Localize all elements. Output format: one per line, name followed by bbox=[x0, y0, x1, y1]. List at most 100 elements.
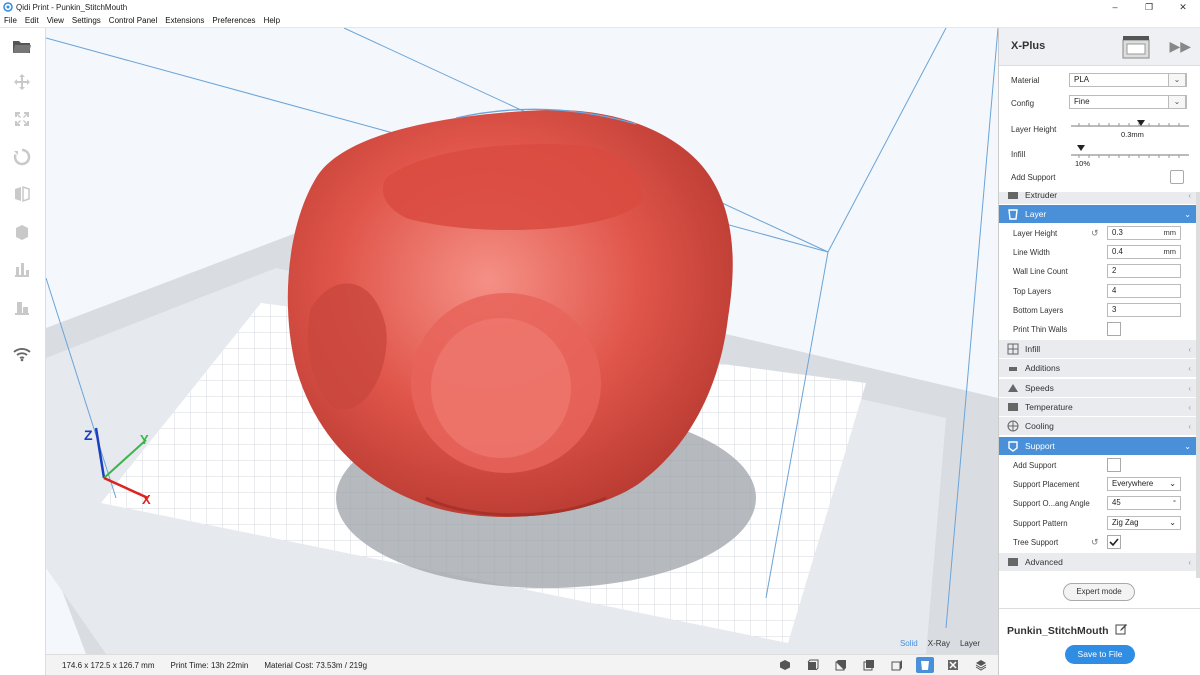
scale-tool[interactable] bbox=[10, 107, 34, 131]
view-mode-layer[interactable]: Layer bbox=[960, 639, 980, 648]
maximize-button[interactable]: ❐ bbox=[1132, 0, 1166, 14]
section-layer[interactable]: Layer ⌄ bbox=[999, 205, 1200, 224]
view-3d-button[interactable] bbox=[776, 657, 794, 673]
scale-icon bbox=[15, 112, 29, 126]
material-select[interactable]: PLA ⌄ bbox=[1069, 73, 1187, 87]
section-cooling[interactable]: Cooling ‹ bbox=[999, 417, 1200, 436]
view-front-button[interactable] bbox=[804, 657, 822, 673]
lay-flat-icon bbox=[15, 302, 29, 315]
setting-support-pattern: Support Pattern Zig Zag ⌄ bbox=[999, 514, 1195, 533]
reset-icon[interactable]: ↺ bbox=[1091, 537, 1099, 548]
mirror-tool[interactable] bbox=[10, 182, 34, 206]
menu-edit[interactable]: Edit bbox=[21, 16, 43, 25]
additions-icon bbox=[1008, 367, 1018, 373]
3d-viewport[interactable]: Z Y X Solid X-Ray Layer bbox=[46, 28, 998, 654]
add-support-checkbox[interactable] bbox=[1170, 170, 1184, 184]
xray-view-button[interactable] bbox=[944, 657, 962, 673]
slider-thumb[interactable] bbox=[1137, 120, 1145, 126]
layer-height-input[interactable]: 0.3 mm bbox=[1107, 226, 1181, 240]
select-value: Zig Zag bbox=[1112, 518, 1139, 527]
setting-label: Print Thin Walls bbox=[1013, 325, 1068, 334]
menu-settings[interactable]: Settings bbox=[68, 16, 105, 25]
section-additions[interactable]: Additions ‹ bbox=[999, 359, 1200, 378]
tree-support-checkbox[interactable] bbox=[1107, 535, 1121, 549]
top-layers-input[interactable]: 4 bbox=[1107, 284, 1181, 298]
support-pattern-select[interactable]: Zig Zag ⌄ bbox=[1107, 516, 1181, 530]
menu-extensions[interactable]: Extensions bbox=[161, 16, 208, 25]
view-left-button[interactable] bbox=[860, 657, 878, 673]
support-angle-input[interactable]: 45 ° bbox=[1107, 496, 1181, 510]
bottom-layers-input[interactable]: 3 bbox=[1107, 303, 1181, 317]
expand-panel-icon[interactable]: ▶▶ bbox=[1169, 38, 1191, 55]
line-width-input[interactable]: 0.4 mm bbox=[1107, 245, 1181, 259]
wifi-icon bbox=[13, 348, 31, 362]
field-unit: mm bbox=[1163, 247, 1177, 256]
setting-label: Support Pattern bbox=[1013, 519, 1068, 528]
cube-left-icon bbox=[863, 660, 874, 671]
field-value: 3 bbox=[1112, 305, 1117, 314]
solid-view-button[interactable] bbox=[916, 657, 934, 673]
layer-view-button[interactable] bbox=[972, 657, 990, 673]
section-extruder[interactable]: Extruder ‹ bbox=[999, 192, 1200, 205]
setting-label: Wall Line Count bbox=[1013, 267, 1068, 276]
rotate-tool[interactable] bbox=[10, 145, 34, 169]
lay-flat-tool[interactable] bbox=[10, 296, 34, 320]
support-placement-select[interactable]: Everywhere ⌄ bbox=[1107, 477, 1181, 491]
section-support[interactable]: Support ⌄ bbox=[999, 437, 1200, 456]
menu-preferences[interactable]: Preferences bbox=[208, 16, 259, 25]
view-right-button[interactable] bbox=[888, 657, 906, 673]
setting-label: Line Width bbox=[1013, 248, 1050, 257]
setting-support-overhang-angle: Support O...ang Angle 45 ° bbox=[999, 494, 1195, 513]
settings-scrollbar[interactable] bbox=[1196, 192, 1200, 578]
menu-view[interactable]: View bbox=[43, 16, 68, 25]
config-select[interactable]: Fine ⌄ bbox=[1069, 95, 1187, 109]
section-infill[interactable]: Infill ‹ bbox=[999, 340, 1200, 359]
camera-tools bbox=[776, 657, 990, 673]
section-label: Additions bbox=[1025, 363, 1060, 373]
open-file-button[interactable] bbox=[10, 34, 34, 58]
per-model-settings-tool[interactable] bbox=[10, 220, 34, 244]
chevron-left-icon: ‹ bbox=[1188, 402, 1191, 412]
slider-thumb[interactable] bbox=[1077, 145, 1085, 151]
section-label: Extruder bbox=[1025, 192, 1058, 200]
cube-front-icon bbox=[807, 659, 819, 671]
reset-icon[interactable]: ↺ bbox=[1091, 228, 1099, 239]
printer-name: X-Plus bbox=[1011, 40, 1046, 52]
view-mode-xray[interactable]: X-Ray bbox=[928, 639, 950, 648]
support-blocker-icon bbox=[15, 263, 29, 277]
field-unit: ° bbox=[1173, 498, 1176, 507]
view-top-button[interactable] bbox=[832, 657, 850, 673]
section-temperature[interactable]: Temperature ‹ bbox=[999, 398, 1200, 417]
title-bar: Qidi Print - Punkin_StitchMouth – ❐ ✕ bbox=[0, 0, 1200, 14]
add-support-label: Add Support bbox=[1011, 173, 1056, 182]
wifi-button[interactable] bbox=[10, 342, 34, 366]
print-thin-walls-checkbox[interactable] bbox=[1107, 322, 1121, 336]
field-value: 0.3 bbox=[1112, 228, 1123, 237]
section-advanced[interactable]: Advanced ‹ bbox=[999, 553, 1200, 572]
model-dimensions: 174.6 x 172.5 x 126.7 mm bbox=[62, 660, 155, 670]
checkmark-icon bbox=[1109, 538, 1119, 547]
expert-mode-button[interactable]: Expert mode bbox=[1063, 583, 1135, 601]
material-cost: Material Cost: 73.53m / 219g bbox=[264, 660, 368, 670]
pumpkin-model[interactable] bbox=[287, 108, 733, 517]
view-mode-solid[interactable]: Solid bbox=[900, 639, 918, 648]
menu-help[interactable]: Help bbox=[260, 16, 284, 25]
infill-label: Infill bbox=[1011, 150, 1026, 159]
support-add-support-checkbox[interactable] bbox=[1107, 458, 1121, 472]
build-scene: Z Y X bbox=[46, 28, 998, 654]
setting-add-support: Add Support bbox=[999, 456, 1195, 475]
print-time: Print Time: 13h 22min bbox=[170, 660, 249, 670]
move-tool[interactable] bbox=[10, 70, 34, 94]
cube-right-icon bbox=[891, 660, 902, 671]
close-button[interactable]: ✕ bbox=[1166, 0, 1200, 14]
menu-control-panel[interactable]: Control Panel bbox=[105, 16, 161, 25]
infill-icon bbox=[1007, 343, 1019, 355]
minimize-button[interactable]: – bbox=[1098, 0, 1132, 14]
save-to-file-button[interactable]: Save to File bbox=[1065, 645, 1135, 664]
wall-line-count-input[interactable]: 2 bbox=[1107, 264, 1181, 278]
printer-header[interactable]: X-Plus ▶▶ bbox=[999, 28, 1200, 66]
edit-name-icon[interactable] bbox=[1115, 623, 1127, 635]
support-blocker-tool[interactable] bbox=[10, 258, 34, 282]
section-speeds[interactable]: Speeds ‹ bbox=[999, 379, 1200, 398]
menu-file[interactable]: File bbox=[0, 16, 21, 25]
